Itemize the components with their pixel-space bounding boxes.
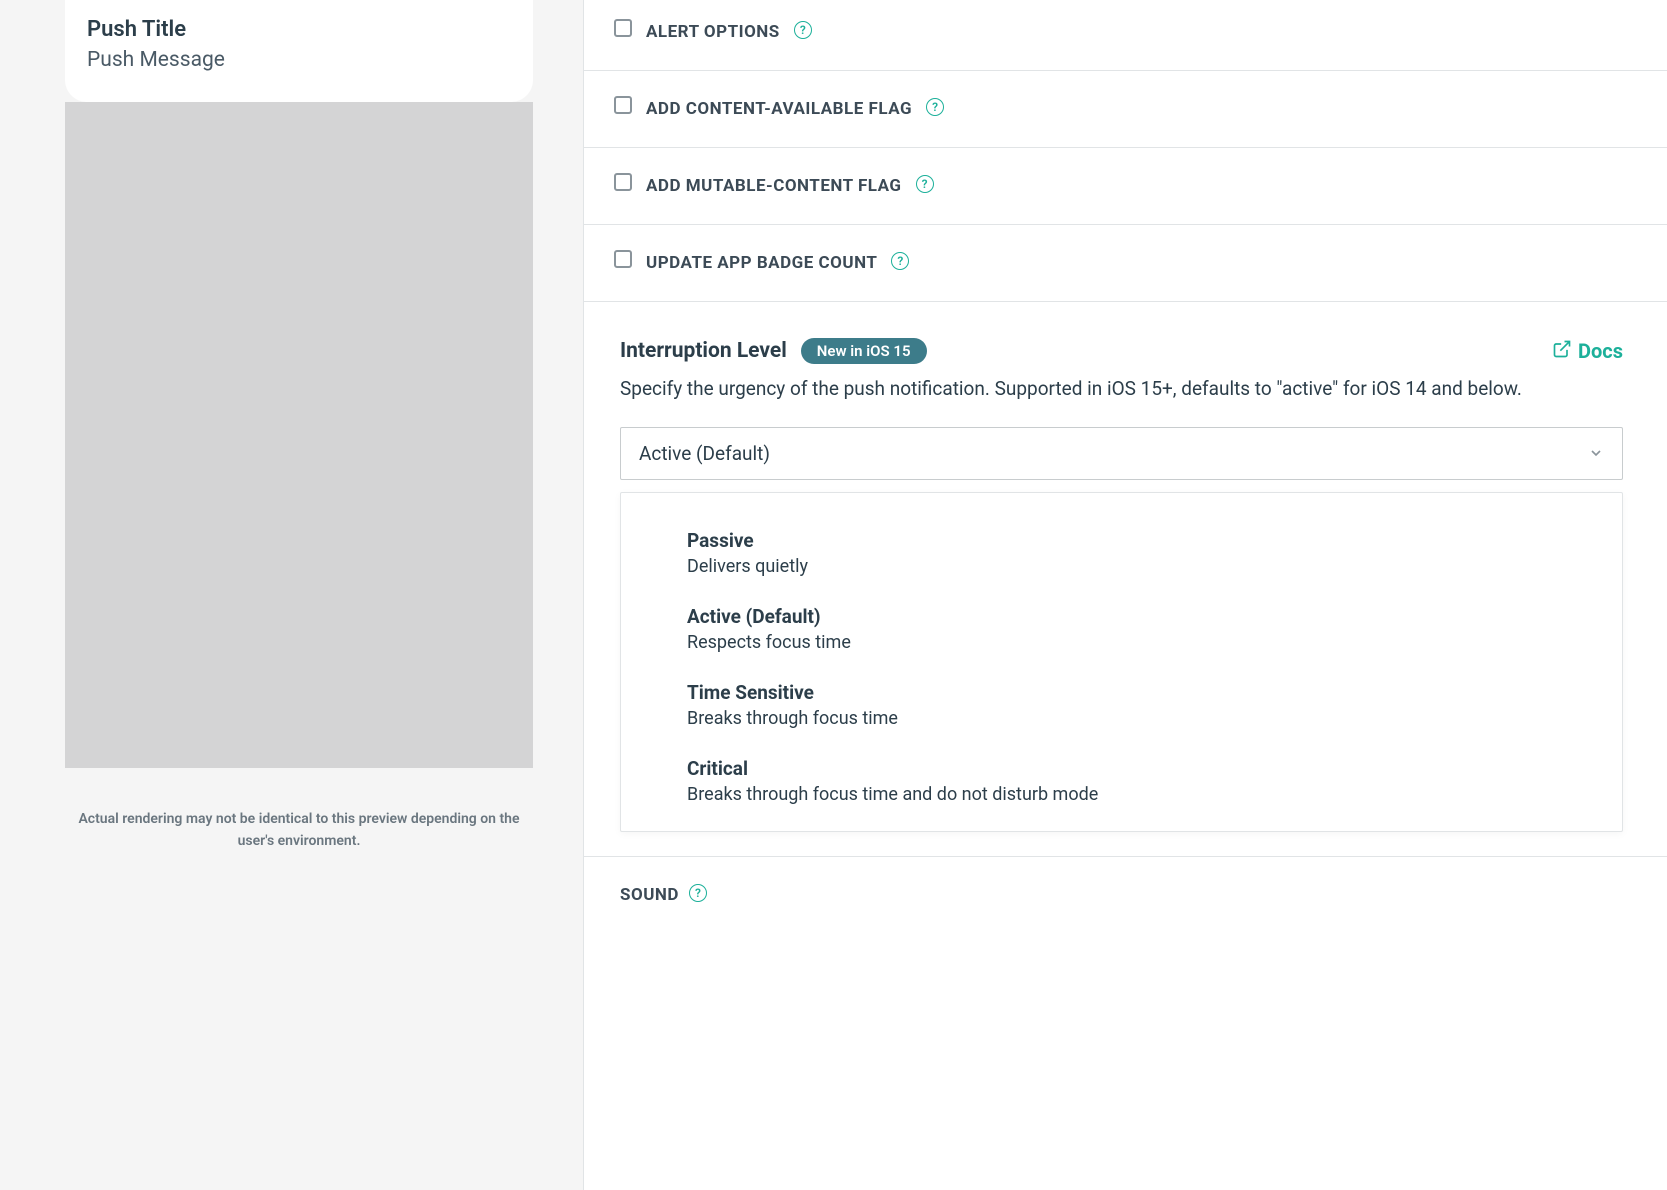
interruption-dropdown: Passive Delivers quietly Active (Default…	[620, 492, 1623, 832]
dropdown-item-desc: Breaks through focus time	[687, 708, 1622, 729]
checkbox-alert-options[interactable]	[614, 19, 632, 37]
checkbox-badge-count[interactable]	[614, 250, 632, 268]
interruption-level-section: Interruption Level New in iOS 15 Docs Sp…	[584, 302, 1667, 857]
option-label: ADD MUTABLE-CONTENT FLAG	[646, 176, 902, 196]
dropdown-item-time-sensitive[interactable]: Time Sensitive Breaks through focus time	[621, 671, 1622, 747]
dropdown-item-title: Passive	[687, 529, 1622, 552]
section-header: Interruption Level New in iOS 15 Docs	[620, 338, 1623, 364]
help-icon[interactable]: ?	[689, 884, 707, 902]
help-icon[interactable]: ?	[794, 21, 812, 39]
checkbox-content-available[interactable]	[614, 96, 632, 114]
dropdown-item-critical[interactable]: Critical Breaks through focus time and d…	[621, 747, 1622, 823]
preview-title: Push Title	[87, 16, 511, 45]
chevron-down-icon	[1588, 445, 1604, 461]
help-icon[interactable]: ?	[926, 98, 944, 116]
checkbox-mutable-content[interactable]	[614, 173, 632, 191]
option-label: UPDATE APP BADGE COUNT	[646, 253, 877, 273]
interruption-level-select[interactable]: Active (Default)	[620, 427, 1623, 480]
docs-link[interactable]: Docs	[1552, 339, 1623, 364]
preview-message: Push Message	[87, 47, 511, 74]
preview-body-placeholder	[65, 102, 533, 768]
external-link-icon	[1552, 339, 1572, 364]
option-row-content-available: ADD CONTENT-AVAILABLE FLAG ?	[584, 71, 1667, 148]
preview-column: Push Title Push Message Actual rendering…	[0, 0, 583, 1190]
help-icon[interactable]: ?	[891, 252, 909, 270]
option-row-mutable-content: ADD MUTABLE-CONTENT FLAG ?	[584, 148, 1667, 225]
select-value: Active (Default)	[639, 442, 770, 465]
push-preview-card: Push Title Push Message	[65, 0, 533, 102]
dropdown-item-desc: Respects focus time	[687, 632, 1622, 653]
option-label: ALERT OPTIONS	[646, 22, 780, 42]
sound-label: SOUND	[620, 885, 679, 905]
settings-column: ALERT OPTIONS ? ADD CONTENT-AVAILABLE FL…	[583, 0, 1667, 1190]
dropdown-item-desc: Delivers quietly	[687, 556, 1622, 577]
dropdown-item-title: Active (Default)	[687, 605, 1622, 628]
new-badge: New in iOS 15	[801, 338, 927, 364]
section-title: Interruption Level	[620, 339, 787, 363]
help-icon[interactable]: ?	[916, 175, 934, 193]
dropdown-item-title: Critical	[687, 757, 1622, 780]
dropdown-item-title: Time Sensitive	[687, 681, 1622, 704]
docs-link-label: Docs	[1578, 339, 1623, 363]
dropdown-item-desc: Breaks through focus time and do not dis…	[687, 784, 1622, 805]
sound-section: SOUND ?	[584, 857, 1667, 915]
preview-disclaimer: Actual rendering may not be identical to…	[65, 808, 533, 853]
option-row-badge-count: UPDATE APP BADGE COUNT ?	[584, 225, 1667, 302]
option-label: ADD CONTENT-AVAILABLE FLAG	[646, 99, 912, 119]
dropdown-item-active[interactable]: Active (Default) Respects focus time	[621, 595, 1622, 671]
option-row-alert-options: ALERT OPTIONS ?	[584, 0, 1667, 71]
section-description: Specify the urgency of the push notifica…	[620, 376, 1623, 403]
dropdown-item-passive[interactable]: Passive Delivers quietly	[621, 519, 1622, 595]
